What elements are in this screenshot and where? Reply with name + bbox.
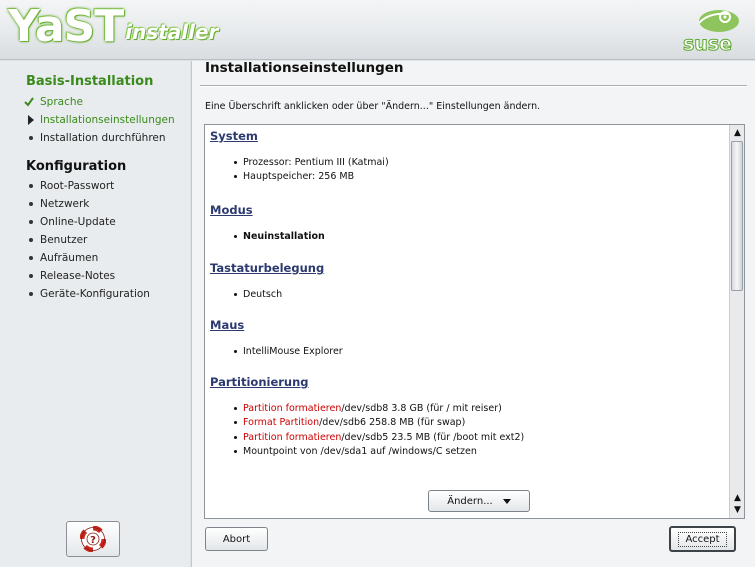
yast-logo-sub: installer bbox=[125, 20, 219, 44]
sidebar: Basis-Installation Sprache Installations… bbox=[0, 61, 190, 567]
modus-items: Neuinstallation bbox=[234, 229, 325, 244]
config-steps-list: Root-Passwort Netzwerk Online-Update Ben… bbox=[24, 177, 150, 303]
step-sprache: Sprache bbox=[24, 93, 175, 111]
step-label: Installation durchführen bbox=[40, 132, 166, 144]
section-heading-tastaturbelegung[interactable]: Tastaturbelegung bbox=[210, 261, 324, 275]
change-button-label: Ändern... bbox=[447, 495, 493, 507]
tastatur-items: Deutsch bbox=[234, 287, 282, 302]
bullet-icon bbox=[24, 274, 40, 278]
item-detail: /dev/sdb6 258.8 MB (für swap) bbox=[319, 417, 466, 429]
chevron-down-icon bbox=[502, 498, 511, 504]
step-label: Root-Passwort bbox=[40, 180, 115, 192]
basis-steps-list: Sprache Installationseinstellungen Insta… bbox=[24, 93, 175, 147]
list-item: Neuinstallation bbox=[234, 229, 325, 244]
warning-text: Partition formatieren bbox=[243, 402, 342, 414]
step-label: Installationseinstellungen bbox=[40, 114, 175, 126]
svg-text:suse: suse bbox=[683, 33, 732, 54]
step-label: Aufräumen bbox=[40, 252, 99, 264]
maus-items: IntelliMouse Explorer bbox=[234, 344, 343, 359]
page-title: Installationseinstellungen bbox=[205, 60, 404, 76]
step-online-update: Online-Update bbox=[24, 213, 150, 231]
bullet-icon bbox=[24, 256, 40, 260]
step-label: Online-Update bbox=[40, 216, 116, 228]
abort-button[interactable]: Abort bbox=[205, 527, 268, 551]
system-items: Prozessor: Pentium III (Katmai) Hauptspe… bbox=[234, 155, 389, 184]
step-aufraeumen: Aufräumen bbox=[24, 249, 150, 267]
bullet-icon bbox=[24, 292, 40, 296]
section-title-basis: Basis-Installation bbox=[26, 74, 154, 89]
scrollbar-thumb[interactable] bbox=[731, 141, 743, 291]
accept-button[interactable]: Accept bbox=[669, 526, 736, 552]
scroll-up-icon[interactable]: ▲ bbox=[732, 127, 743, 139]
list-item: Format Partition /dev/sdb6 258.8 MB (für… bbox=[234, 416, 524, 431]
abort-button-label: Abort bbox=[222, 533, 251, 545]
intro-text: Eine Überschrift anklicken oder über "Än… bbox=[205, 101, 541, 112]
scroll-down-icon[interactable]: ▼ bbox=[732, 504, 743, 516]
bullet-icon bbox=[24, 184, 40, 188]
main-panel: Installationseinstellungen Eine Überschr… bbox=[191, 61, 755, 567]
help-button[interactable]: ? bbox=[66, 521, 120, 557]
step-label: Netzwerk bbox=[40, 198, 90, 210]
step-geraete-konfiguration: Geräte-Konfiguration bbox=[24, 285, 150, 303]
section-heading-maus[interactable]: Maus bbox=[210, 318, 244, 332]
section-heading-system[interactable]: System bbox=[210, 129, 258, 143]
warning-text: Partition formatieren bbox=[243, 431, 342, 443]
list-item: Partition formatieren /dev/sdb5 23.5 MB … bbox=[234, 430, 524, 445]
suse-logo-icon: suse bbox=[683, 10, 739, 54]
section-heading-partitionierung[interactable]: Partitionierung bbox=[210, 375, 309, 389]
step-installationseinstellungen: Installationseinstellungen bbox=[24, 111, 175, 129]
step-netzwerk: Netzwerk bbox=[24, 195, 150, 213]
change-dropdown-button[interactable]: Ändern... bbox=[428, 490, 530, 512]
bullet-icon bbox=[24, 220, 40, 224]
banner: YaST installer suse bbox=[0, 0, 755, 60]
step-benutzer: Benutzer bbox=[24, 231, 150, 249]
help-lifebuoy-icon: ? bbox=[80, 526, 106, 552]
step-installation-durchfuehren: Installation durchführen bbox=[24, 129, 175, 147]
list-item: Hauptspeicher: 256 MB bbox=[234, 170, 389, 185]
bullet-icon bbox=[24, 202, 40, 206]
list-item: Partition formatieren /dev/sdb8 3.8 GB (… bbox=[234, 401, 524, 416]
scroll-up-icon[interactable]: ▲ bbox=[732, 492, 743, 504]
list-item: Mountpoint von /dev/sda1 auf /windows/C … bbox=[234, 445, 524, 460]
warning-text: Format Partition bbox=[243, 417, 320, 429]
installation-summary[interactable]: System Prozessor: Pentium III (Katmai) H… bbox=[204, 124, 745, 519]
list-item: Deutsch bbox=[234, 287, 282, 302]
list-item: IntelliMouse Explorer bbox=[234, 344, 343, 359]
step-label: Benutzer bbox=[40, 234, 88, 246]
step-label: Geräte-Konfiguration bbox=[40, 288, 150, 300]
title-divider bbox=[200, 85, 747, 87]
section-heading-modus[interactable]: Modus bbox=[210, 203, 253, 217]
yast-logo-main: YaST bbox=[8, 1, 124, 52]
step-label: Release-Notes bbox=[40, 270, 116, 282]
yast-logo: YaST installer bbox=[8, 2, 218, 52]
list-item: Prozessor: Pentium III (Katmai) bbox=[234, 155, 389, 170]
summary-scrollbar[interactable]: ▲ ▲ ▼ bbox=[729, 125, 744, 518]
accept-button-label: Accept bbox=[678, 531, 727, 547]
step-root-passwort: Root-Passwort bbox=[24, 177, 150, 195]
item-detail: /dev/sdb5 23.5 MB (für /boot mit ext2) bbox=[341, 431, 525, 443]
bullet-icon bbox=[24, 238, 40, 242]
checkmark-icon bbox=[24, 97, 40, 107]
bullet-icon bbox=[24, 136, 40, 140]
svg-text:?: ? bbox=[90, 535, 96, 546]
step-release-notes: Release-Notes bbox=[24, 267, 150, 285]
step-label: Sprache bbox=[40, 96, 83, 108]
arrow-right-icon bbox=[24, 115, 40, 125]
item-detail: /dev/sdb8 3.8 GB (für / mit reiser) bbox=[341, 402, 502, 414]
section-title-konfiguration: Konfiguration bbox=[26, 159, 127, 174]
partition-items: Partition formatieren /dev/sdb8 3.8 GB (… bbox=[234, 401, 524, 459]
